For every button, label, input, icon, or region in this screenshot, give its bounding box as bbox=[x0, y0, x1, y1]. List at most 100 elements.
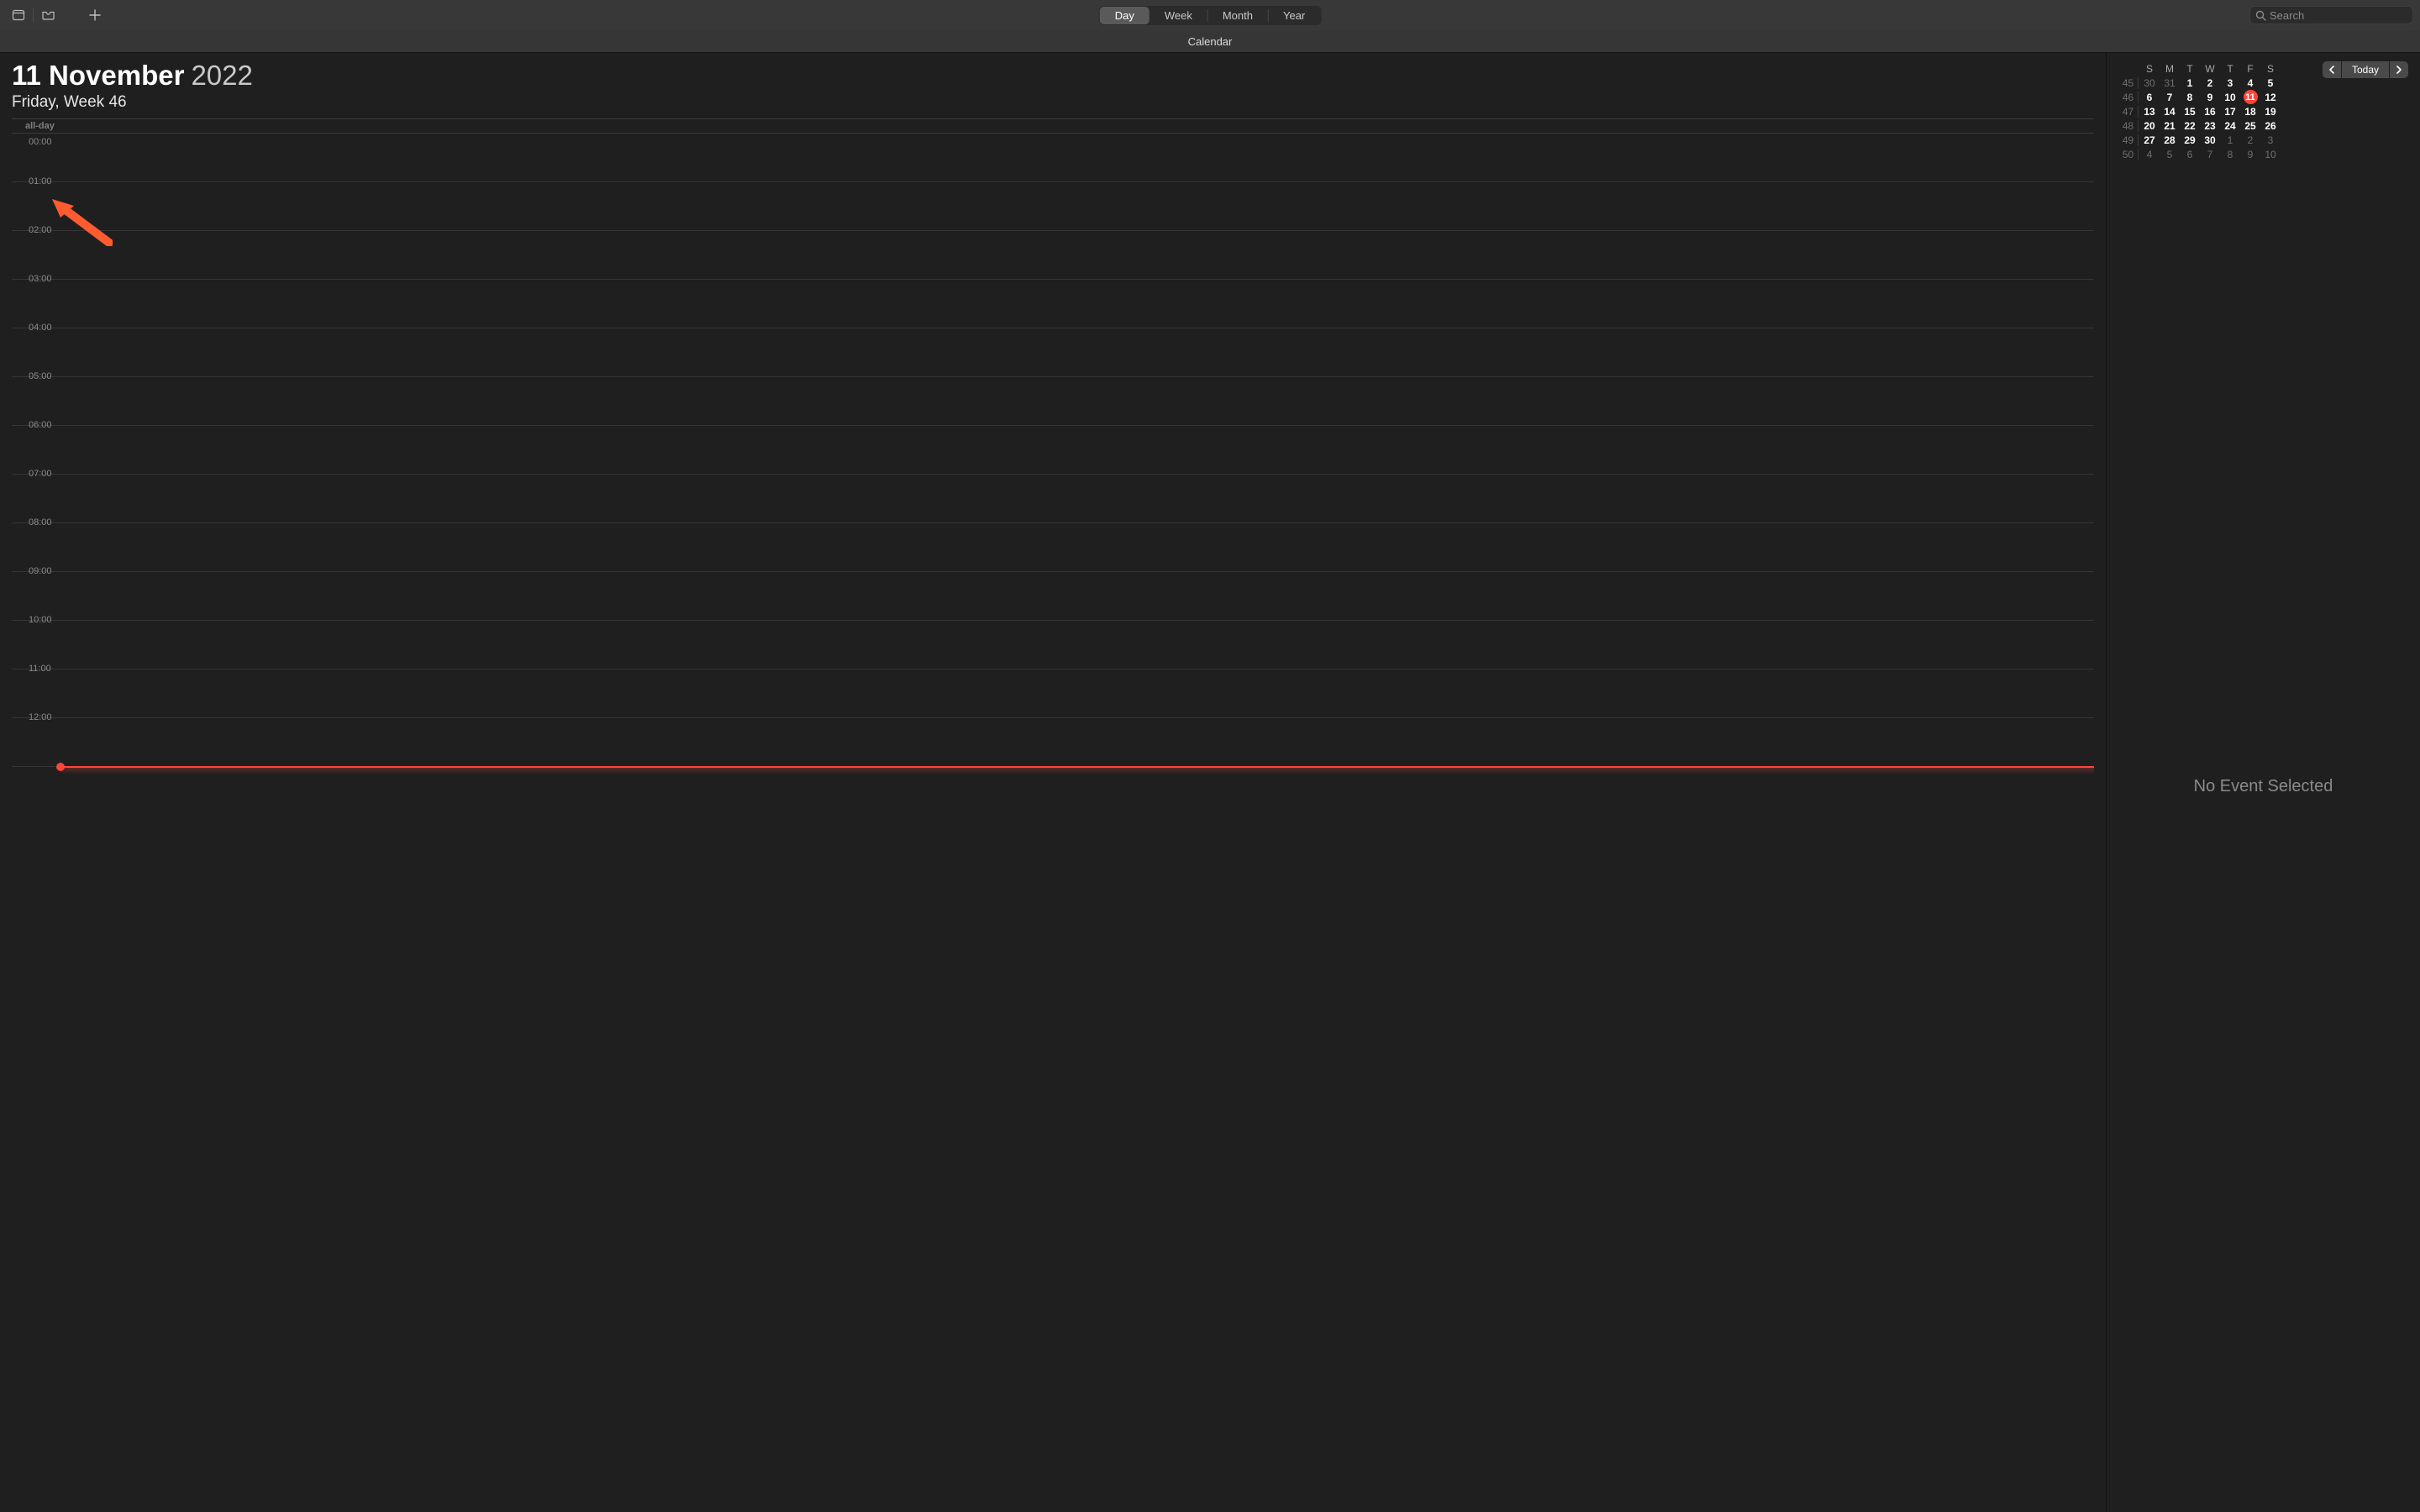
mini-day[interactable]: 8 bbox=[2180, 92, 2200, 103]
mini-dow: T bbox=[2180, 63, 2200, 75]
hour-row[interactable]: 05:00 bbox=[12, 377, 2094, 426]
side-pane: SMTWTFS453031123454667891011124713141516… bbox=[2106, 53, 2420, 1512]
hour-label: 10:00 bbox=[29, 615, 52, 625]
view-switch: DayWeekMonthYear bbox=[1099, 6, 1322, 25]
mini-day[interactable]: 13 bbox=[2139, 106, 2160, 118]
mini-day[interactable]: 18 bbox=[2240, 106, 2260, 118]
mini-day[interactable]: 5 bbox=[2160, 149, 2180, 160]
hour-row[interactable]: 06:00 bbox=[12, 426, 2094, 475]
hour-label: 08:00 bbox=[29, 517, 52, 528]
mini-day[interactable]: 4 bbox=[2240, 77, 2260, 89]
view-tab-week[interactable]: Week bbox=[1150, 7, 1207, 24]
mini-day[interactable]: 7 bbox=[2200, 149, 2220, 160]
mini-day[interactable]: 12 bbox=[2260, 92, 2281, 103]
mini-day[interactable]: 25 bbox=[2240, 120, 2260, 132]
mini-day[interactable]: 21 bbox=[2160, 120, 2180, 132]
date-header: 11 November 2022 Friday, Week 46 bbox=[0, 53, 2106, 113]
hour-label: 11:00 bbox=[29, 664, 51, 674]
calendars-button[interactable] bbox=[7, 3, 30, 27]
no-event-label: No Event Selected bbox=[2194, 777, 2333, 796]
mini-day[interactable]: 20 bbox=[2139, 120, 2160, 132]
mini-day[interactable]: 30 bbox=[2139, 77, 2160, 89]
hour-row[interactable]: 08:00 bbox=[12, 523, 2094, 572]
mini-day[interactable]: 29 bbox=[2180, 134, 2200, 146]
hour-row[interactable]: 02:00 bbox=[12, 231, 2094, 280]
mini-day[interactable]: 9 bbox=[2200, 92, 2220, 103]
day-pane: 11 November 2022 Friday, Week 46 all-day… bbox=[0, 53, 2106, 1512]
toolbar-left bbox=[7, 3, 107, 27]
today-button[interactable]: Today bbox=[2342, 61, 2389, 78]
today-label: Today bbox=[2352, 64, 2379, 76]
view-tab-day[interactable]: Day bbox=[1100, 7, 1150, 24]
hour-row[interactable]: 11:00 bbox=[12, 669, 2094, 718]
hour-row[interactable]: 03:00 bbox=[12, 280, 2094, 328]
hour-row[interactable]: 10:00 bbox=[12, 621, 2094, 669]
mini-day[interactable]: 9 bbox=[2240, 149, 2260, 160]
date-year: 2022 bbox=[191, 60, 252, 92]
hour-row[interactable]: 01:00 bbox=[12, 182, 2094, 231]
mini-day[interactable]: 1 bbox=[2180, 77, 2200, 89]
prev-button[interactable] bbox=[2323, 61, 2341, 78]
date-subtitle: Friday, Week 46 bbox=[12, 93, 2094, 112]
mini-day[interactable]: 3 bbox=[2220, 77, 2240, 89]
view-tab-month[interactable]: Month bbox=[1207, 7, 1268, 24]
mini-day[interactable]: 22 bbox=[2180, 120, 2200, 132]
mini-day[interactable]: 31 bbox=[2160, 77, 2180, 89]
hour-row[interactable]: 00:00 bbox=[12, 134, 2094, 182]
mini-day[interactable]: 2 bbox=[2200, 77, 2220, 89]
search-input[interactable] bbox=[2270, 9, 2417, 22]
mini-day[interactable]: 4 bbox=[2139, 149, 2160, 160]
mini-calendar: SMTWTFS453031123454667891011124713141516… bbox=[2118, 61, 2281, 161]
mini-day[interactable]: 8 bbox=[2220, 149, 2240, 160]
chevron-left-icon bbox=[2328, 66, 2335, 74]
mini-day[interactable]: 30 bbox=[2200, 134, 2220, 146]
mini-day[interactable]: 26 bbox=[2260, 120, 2281, 132]
mini-week-number: 48 bbox=[2118, 120, 2139, 132]
mini-day[interactable]: 6 bbox=[2139, 92, 2160, 103]
mini-day[interactable]: 10 bbox=[2260, 149, 2281, 160]
no-event-selected: No Event Selected bbox=[2107, 161, 2420, 1512]
hour-label: 04:00 bbox=[29, 323, 52, 333]
mini-day[interactable]: 1 bbox=[2220, 134, 2240, 146]
mini-day[interactable]: 15 bbox=[2180, 106, 2200, 118]
toolbar-right bbox=[2249, 6, 2413, 24]
mini-day[interactable]: 14 bbox=[2160, 106, 2180, 118]
hour-label: 07:00 bbox=[29, 469, 52, 479]
all-day-row[interactable]: all-day bbox=[12, 118, 2094, 134]
hour-label: 03:00 bbox=[29, 274, 52, 284]
window-title-bar: Calendar bbox=[0, 30, 2420, 53]
mini-dow: M bbox=[2160, 63, 2180, 75]
hour-row[interactable]: 07:00 bbox=[12, 475, 2094, 523]
mini-day[interactable]: 6 bbox=[2180, 149, 2200, 160]
hour-row[interactable]: 09:00 bbox=[12, 572, 2094, 621]
mini-day[interactable]: 28 bbox=[2160, 134, 2180, 146]
mini-dow: S bbox=[2139, 63, 2160, 75]
mini-day[interactable]: 27 bbox=[2139, 134, 2160, 146]
view-tab-year[interactable]: Year bbox=[1268, 7, 1320, 24]
inbox-button[interactable] bbox=[36, 3, 60, 27]
mini-week-number: 49 bbox=[2118, 134, 2139, 146]
hour-row[interactable]: 12:00 bbox=[12, 718, 2094, 767]
hour-label: 05:00 bbox=[29, 371, 52, 381]
mini-day[interactable]: 5 bbox=[2260, 77, 2281, 89]
mini-day[interactable]: 10 bbox=[2220, 92, 2240, 103]
chevron-right-icon bbox=[2396, 66, 2402, 74]
hour-label: 02:00 bbox=[29, 225, 52, 235]
mini-day[interactable]: 2 bbox=[2240, 134, 2260, 146]
mini-day[interactable]: 24 bbox=[2220, 120, 2240, 132]
nav-buttons: Today bbox=[2323, 61, 2408, 161]
hour-row[interactable]: 04:00 bbox=[12, 328, 2094, 377]
mini-day[interactable]: 23 bbox=[2200, 120, 2220, 132]
add-event-button[interactable] bbox=[83, 3, 107, 27]
toolbar: DayWeekMonthYear bbox=[0, 0, 2420, 30]
timeline[interactable]: 00:0001:0002:0003:0004:0005:0006:0007:00… bbox=[12, 134, 2094, 767]
inbox-icon bbox=[41, 8, 55, 22]
mini-day[interactable]: 19 bbox=[2260, 106, 2281, 118]
mini-day[interactable]: 7 bbox=[2160, 92, 2180, 103]
mini-day[interactable]: 16 bbox=[2200, 106, 2220, 118]
mini-day[interactable]: 17 bbox=[2220, 106, 2240, 118]
search-icon bbox=[2255, 10, 2266, 21]
next-button[interactable] bbox=[2390, 61, 2408, 78]
mini-day[interactable]: 11 bbox=[2240, 90, 2260, 104]
mini-day[interactable]: 3 bbox=[2260, 134, 2281, 146]
